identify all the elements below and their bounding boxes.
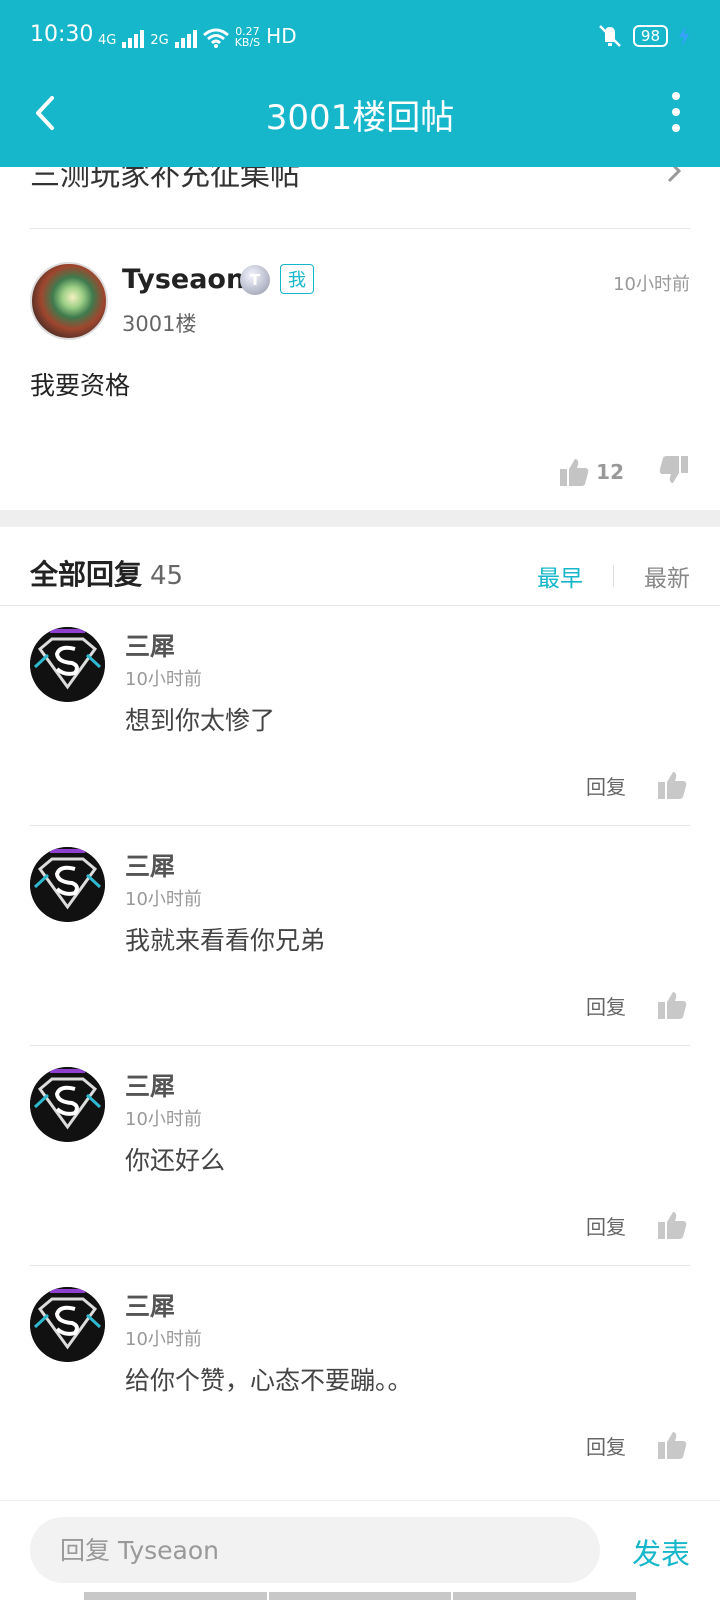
reply-item: 三犀 10小时前 你还好么 回复 [30,1067,690,1291]
post-time: 10小时前 [613,274,690,295]
thumbs-up-icon [560,459,589,486]
post-content: 我要资格 [30,371,131,400]
reply-actions: 回复 [586,1429,688,1461]
reply-time: 10小时前 [125,1329,202,1350]
divider [30,825,690,826]
reply-author[interactable]: 三犀 [125,627,175,663]
section-divider [0,510,720,527]
charging-icon [679,26,689,46]
reply-actions: 回复 [586,989,688,1021]
reply-avatar[interactable] [30,847,105,922]
battery-indicator: 98 [632,25,668,47]
post-button[interactable]: 发表 [632,1531,690,1573]
navigation-bar: 3001楼回帖 [0,70,720,167]
reply-bar: 发表 [0,1500,720,1600]
me-badge: 我 [280,264,314,294]
reply-time: 10小时前 [125,669,202,690]
sort-options: 最早 最新 [537,559,690,593]
like-button[interactable]: 12 [558,456,624,488]
signal-1-icon [122,28,145,48]
sort-divider [613,565,614,587]
net-speed: 0.27 KB/S [234,25,261,49]
reply-button[interactable]: 回复 [586,771,626,800]
network-type-2: 2G [150,33,169,48]
reply-avatar[interactable] [30,627,105,702]
all-replies-label: 全部回复 [30,558,143,591]
reply-actions: 回复 [586,1209,688,1241]
divider [30,1045,690,1046]
reply-text: 我就来看看你兄弟 [125,926,326,955]
author-name[interactable]: Tyseaon [122,264,245,295]
status-right: 98 [597,24,690,48]
signal-indicators: 4G 2G 0.27 KB/S HD [98,24,297,48]
network-type-1: 4G [98,33,117,48]
reply-author[interactable]: 三犀 [125,847,175,883]
reply-avatar[interactable] [30,1287,105,1362]
reply-input[interactable] [30,1517,600,1583]
reply-text: 你还好么 [125,1146,226,1175]
post-votes: 12 [558,452,690,492]
reply-button[interactable]: 回复 [586,1431,626,1460]
reply-text: 想到你太惨了 [125,706,276,735]
signal-2-icon [174,28,197,48]
floor-number: 3001楼 [122,312,197,336]
page-title: 3001楼回帖 [265,98,455,138]
thumbs-up-icon[interactable] [656,989,688,1021]
status-time: 10:30 [30,22,94,47]
thumbs-up-icon[interactable] [656,1429,688,1461]
sort-earliest-tab[interactable]: 最早 [537,559,583,593]
wifi-icon [202,28,229,48]
reply-avatar[interactable] [30,1067,105,1142]
reply-author[interactable]: 三犀 [125,1067,175,1103]
dislike-button[interactable] [658,454,690,491]
post-author: Tyseaon T 我 3001楼 10小时前 [30,262,690,342]
replies-count: 45 [150,561,184,591]
reply-text: 给你个赞，心态不要蹦。。 [125,1366,413,1395]
status-bar: 10:30 4G 2G 0.27 KB/S HD 98 [0,0,720,70]
reply-time: 10小时前 [125,1109,202,1130]
author-avatar[interactable] [30,262,108,340]
like-count: 12 [596,460,624,484]
replies-header: 全部回复 45 最早 最新 [30,553,690,593]
top-app-bar: 10:30 4G 2G 0.27 KB/S HD 98 3001楼回帖 [0,0,720,167]
reply-button[interactable]: 回复 [586,991,626,1020]
reply-item: 三犀 10小时前 给你个赞，心态不要蹦。。 回复 [30,1287,690,1511]
reply-item: 三犀 10小时前 我就来看看你兄弟 回复 [30,847,690,1071]
reply-author[interactable]: 三犀 [125,1287,175,1323]
reply-actions: 回复 [586,769,688,801]
thumbs-down-icon [659,455,688,483]
reply-button[interactable]: 回复 [586,1211,626,1240]
hd-indicator: HD [266,24,297,48]
reply-item: 三犀 10小时前 想到你太惨了 回复 [30,627,690,851]
reply-time: 10小时前 [125,889,202,910]
level-badge-icon: T [240,265,270,295]
divider [0,605,720,606]
more-options-icon[interactable] [670,92,682,132]
sort-newest-tab[interactable]: 最新 [644,559,690,593]
thumbs-up-icon[interactable] [656,769,688,801]
divider [30,1265,690,1266]
thumbs-up-icon[interactable] [656,1209,688,1241]
gesture-bar [84,1592,637,1600]
divider [30,228,690,229]
mute-vibrate-icon [599,25,621,47]
